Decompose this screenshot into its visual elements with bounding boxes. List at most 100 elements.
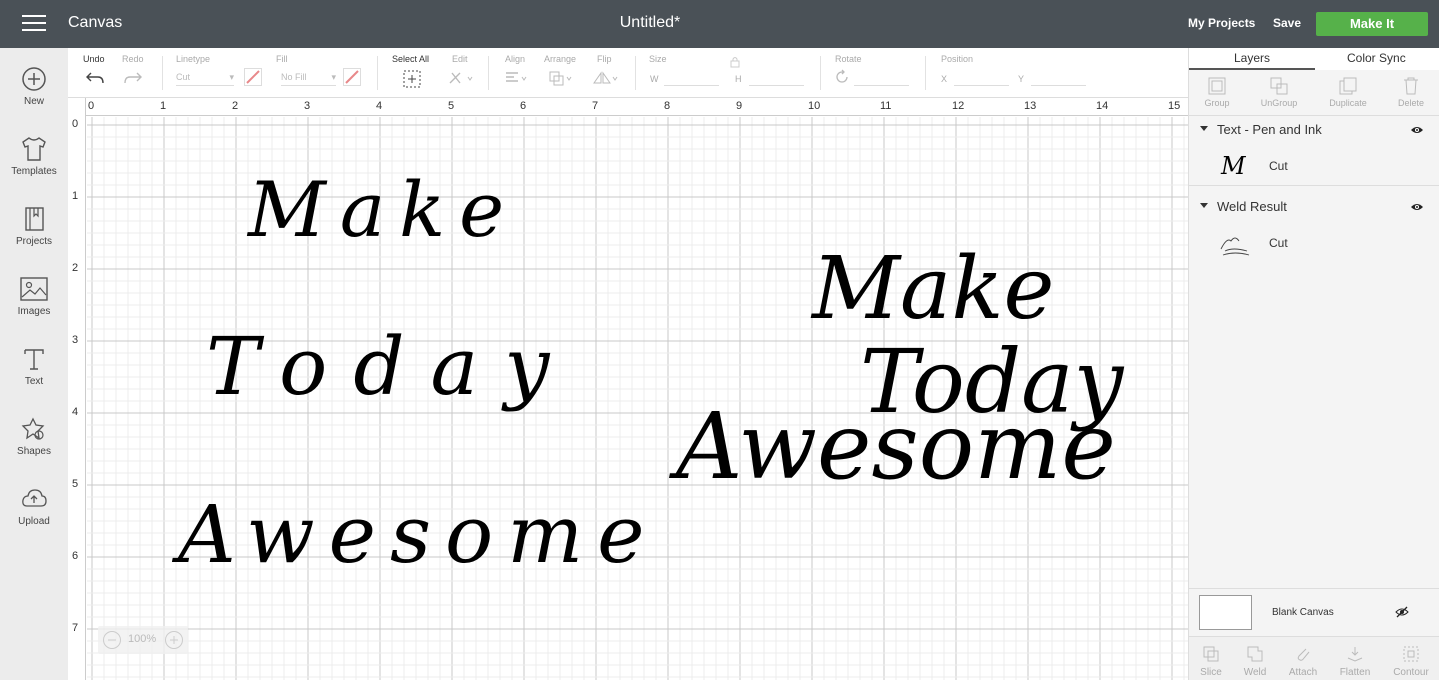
tab-layers[interactable]: Layers — [1234, 51, 1270, 65]
flip-icon[interactable] — [592, 70, 620, 86]
linetype-select[interactable]: Cut ▾ — [176, 70, 234, 86]
sidebar-label-text: Text — [24, 376, 44, 387]
attach-icon[interactable] — [1294, 645, 1312, 663]
layer-group-name: Weld Result — [1217, 199, 1287, 214]
svg-text:M: M — [1220, 152, 1247, 180]
layer-group-weld[interactable]: Weld Result — [1189, 193, 1439, 223]
layer-item[interactable]: M Cut — [1189, 146, 1439, 186]
flatten-icon[interactable] — [1346, 645, 1364, 663]
design-artwork: Make Today Awesome Make Today Awesome — [171, 165, 1125, 581]
toolbar-divider — [488, 56, 489, 90]
size-w-label: W — [650, 74, 659, 84]
blank-canvas-swatch[interactable] — [1199, 595, 1252, 630]
align-icon[interactable] — [504, 70, 530, 86]
layer-item[interactable]: Cut — [1189, 223, 1439, 263]
document-title: Untitled* — [619, 14, 681, 31]
linetype-color-swatch[interactable] — [244, 68, 262, 86]
position-x-input[interactable] — [954, 70, 1009, 86]
layers-panel: Layers Color Sync Group UnGroup Duplicat… — [1188, 48, 1439, 680]
sidebar-item-templates[interactable]: Templates — [0, 136, 68, 196]
select-all-label: Select All — [392, 54, 430, 64]
edit-icon[interactable] — [448, 70, 474, 86]
ungroup-icon[interactable] — [1269, 76, 1289, 96]
save-button[interactable]: Save — [1273, 16, 1301, 30]
my-projects-link[interactable]: My Projects — [1188, 16, 1255, 30]
lock-icon[interactable] — [729, 56, 741, 68]
tshirt-icon — [22, 137, 46, 161]
zoom-control: 100% — [98, 626, 188, 654]
fill-select[interactable]: No Fill ▾ — [281, 70, 336, 86]
position-y-input[interactable] — [1031, 70, 1086, 86]
layer-thumbnail: M — [1220, 152, 1247, 180]
weld-label: Weld — [1243, 667, 1267, 678]
slice-icon[interactable] — [1202, 645, 1220, 663]
size-label: Size — [649, 54, 667, 64]
redo-icon[interactable] — [123, 70, 143, 86]
caret-down-icon[interactable] — [1200, 126, 1208, 131]
panel-tabs: Layers Color Sync — [1189, 48, 1439, 70]
fill-value: No Fill — [281, 72, 307, 82]
caret-down-icon[interactable] — [1200, 203, 1208, 208]
toolbar-divider — [635, 56, 636, 90]
height-input[interactable] — [749, 70, 804, 86]
layer-tools: Group UnGroup Duplicate Delete — [1189, 70, 1439, 116]
eye-icon[interactable] — [1410, 123, 1424, 137]
sidebar-item-shapes[interactable]: Shapes — [0, 416, 68, 476]
text-make-right: Make — [810, 239, 1054, 339]
eye-icon[interactable] — [1410, 200, 1424, 214]
select-all-icon[interactable] — [403, 70, 421, 88]
top-bar: Canvas Untitled* My Projects Save Make I… — [0, 0, 1439, 48]
weld-icon[interactable] — [1246, 645, 1264, 663]
position-y-label: Y — [1018, 74, 1025, 84]
chevron-down-icon: ▾ — [331, 72, 336, 82]
undo-label: Undo — [83, 54, 105, 64]
toolbar-divider — [925, 56, 926, 90]
text-layer-make-today-awesome[interactable]: Make Today Awesome — [171, 165, 658, 581]
position-x-label: X — [941, 74, 948, 84]
width-input[interactable] — [664, 70, 719, 86]
group-label: Group — [1204, 98, 1230, 108]
sidebar-item-new[interactable]: New — [0, 66, 68, 126]
tab-color-sync[interactable]: Color Sync — [1347, 51, 1406, 65]
sidebar-item-text[interactable]: Text — [0, 346, 68, 406]
sidebar-item-projects[interactable]: Projects — [0, 206, 68, 266]
layer-operation: Cut — [1269, 236, 1288, 250]
notebook-icon — [25, 207, 44, 231]
layer-thumbnail — [1220, 237, 1250, 256]
duplicate-icon[interactable] — [1338, 76, 1358, 96]
flip-label: Flip — [597, 54, 612, 64]
sidebar-label-upload: Upload — [18, 516, 50, 527]
make-it-button[interactable]: Make It — [1316, 12, 1428, 36]
delete-icon[interactable] — [1402, 76, 1420, 96]
undo-icon[interactable] — [85, 70, 105, 86]
linetype-value: Cut — [176, 72, 191, 82]
rotate-input[interactable] — [854, 70, 909, 86]
align-label: Align — [505, 54, 526, 64]
sidebar-item-images[interactable]: Images — [0, 276, 68, 336]
duplicate-label: Duplicate — [1329, 98, 1367, 108]
chevron-down-icon: ▾ — [229, 72, 234, 82]
weld-result-group[interactable]: Make Today Awesome — [668, 239, 1125, 500]
fill-color-swatch[interactable] — [343, 68, 361, 86]
edit-toolbar: Undo Redo Linetype Cut ▾ Fill No Fill ▾ Se… — [68, 48, 1188, 98]
sidebar-item-upload[interactable]: Upload — [0, 486, 68, 546]
image-icon — [20, 277, 48, 301]
contour-icon[interactable] — [1402, 645, 1420, 663]
layer-group-text[interactable]: Text - Pen and Ink — [1189, 116, 1439, 146]
eye-hidden-icon[interactable] — [1395, 605, 1409, 619]
sidebar-label-shapes: Shapes — [17, 446, 51, 457]
sidebar-label-templates: Templates — [11, 166, 57, 177]
panel-bottom-tools: Slice Weld Attach Flatten Contour — [1189, 636, 1439, 680]
ungroup-label: UnGroup — [1260, 98, 1298, 108]
edit-label: Edit — [452, 54, 468, 64]
arrange-icon[interactable] — [548, 70, 574, 86]
sidebar-label-projects: Projects — [15, 236, 53, 247]
zoom-out-icon[interactable] — [102, 630, 122, 650]
blank-canvas-label: Blank Canvas — [1272, 607, 1334, 618]
group-icon[interactable] — [1207, 76, 1227, 96]
toolbar-divider — [820, 56, 821, 90]
design-canvas[interactable]: 0 1 2 3 4 5 6 7 8 9 10 11 12 13 14 15 01234567 Make Tod… — [68, 98, 1188, 680]
zoom-in-icon[interactable] — [164, 630, 184, 650]
text-icon — [24, 349, 44, 370]
blank-canvas-row[interactable]: Blank Canvas — [1189, 588, 1439, 638]
